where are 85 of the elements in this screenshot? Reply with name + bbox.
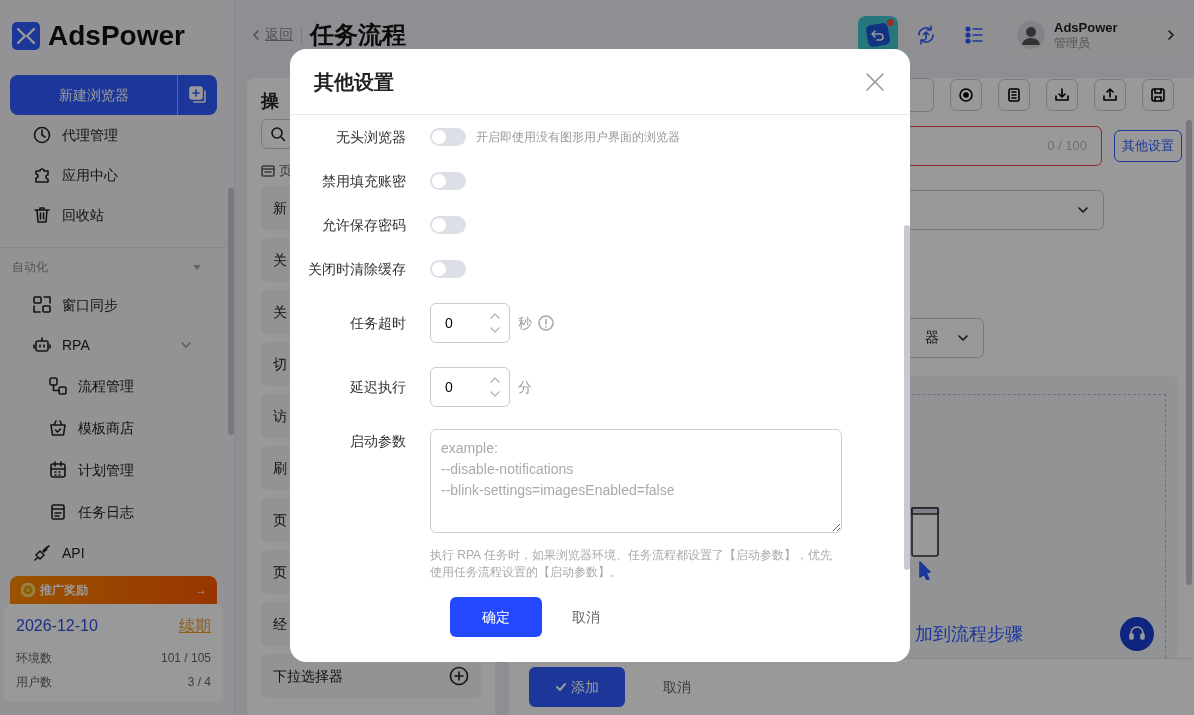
menu-item[interactable]: 任务日志 [0, 491, 224, 533]
section-label: 自动化 [12, 258, 48, 276]
notebook-icon [1006, 86, 1022, 103]
chevron-right-icon [1166, 28, 1176, 41]
toolbar-button[interactable] [1094, 78, 1126, 111]
undo-icon [865, 21, 891, 48]
menu-item[interactable]: API [0, 533, 224, 573]
field-label: 无头浏览器 [335, 127, 407, 147]
field-label: 延迟执行 [349, 377, 407, 397]
confirm-button[interactable]: 确定 [450, 597, 542, 637]
dialog-title: 其他设置 [314, 69, 394, 95]
expiry-date: 2026-12-10 [16, 616, 98, 636]
page-icon [261, 163, 275, 178]
download-icon [1054, 86, 1070, 103]
field-label: 禁用填充账密 [321, 171, 407, 191]
field-label: 关闭时清除缓存 [307, 259, 407, 279]
help-text: 执行 RPA 任务时，如果浏览器环境、任务流程都设置了【启动参数】，优先使用任务流程设置的【启动参数】。 [430, 547, 833, 581]
basket-icon [48, 418, 68, 438]
other-settings-button[interactable]: 其他设置 [1114, 129, 1182, 162]
unit-label: 分 [518, 377, 532, 397]
search-icon [270, 125, 286, 142]
cancel-button[interactable]: 取消 [657, 675, 697, 699]
plus-circle-icon[interactable] [449, 666, 469, 687]
toolbar-button[interactable] [1046, 78, 1078, 111]
panel-title: 操 [261, 89, 280, 113]
trash-icon [32, 205, 52, 225]
field-label: 任务超时 [349, 313, 407, 333]
windows-icon [32, 295, 52, 315]
save-icon [1150, 86, 1166, 103]
section-title: 页 [279, 161, 292, 180]
toggle-switch[interactable] [430, 128, 466, 146]
field-label: 允许保存密码 [321, 215, 407, 235]
stat-label: 环境数 [16, 650, 52, 667]
upload-icon [1102, 86, 1118, 103]
launch-args-field[interactable]: example: --disable-notifications --blink-settings=imagesEnabled=false [430, 429, 842, 533]
field-label: 启动参数 [349, 432, 407, 451]
number-input[interactable]: 0 [430, 367, 510, 407]
menu-item[interactable]: RPA [0, 325, 224, 365]
list-icon [964, 24, 984, 45]
robot-icon [32, 335, 52, 355]
avatar-icon [1016, 19, 1046, 50]
stat-value: 3 / 4 [187, 674, 211, 691]
toggle-switch[interactable] [430, 216, 466, 234]
document-icon [48, 502, 68, 522]
toolbar-button[interactable] [998, 78, 1030, 111]
stat-value: 101 / 105 [160, 650, 211, 667]
plus-square-icon [187, 85, 208, 105]
toolbar-button[interactable] [950, 78, 982, 111]
select-value: 器 [925, 328, 939, 348]
unit-label: 秒 [518, 313, 532, 333]
chevron-left-icon [251, 28, 261, 41]
user-role: 管理员 [1054, 35, 1091, 50]
toolbar-button[interactable] [1142, 78, 1174, 111]
menu-item[interactable]: 回收站 [0, 195, 224, 235]
close-button[interactable] [864, 70, 886, 93]
toggle-switch[interactable] [430, 172, 466, 190]
add-button[interactable]: 添加 [529, 667, 625, 707]
stepper-icon[interactable] [489, 311, 501, 335]
check-icon [555, 681, 567, 693]
stat-label: 用户数 [16, 674, 52, 691]
page-title: 任务流程 [310, 19, 406, 50]
number-input[interactable]: 0 [430, 303, 510, 343]
user-name: AdsPower [1054, 19, 1119, 36]
close-icon [864, 70, 886, 93]
menu-item[interactable]: 模板商店 [0, 407, 224, 449]
cancel-button[interactable]: 取消 [566, 605, 606, 629]
menu-item[interactable]: 计划管理 [0, 449, 224, 491]
sync-icon [915, 23, 937, 46]
logo-icon [12, 22, 40, 50]
menu-item[interactable]: 窗口同步 [0, 285, 224, 325]
plug-icon [32, 543, 52, 563]
flow-icon [48, 376, 68, 396]
menu-item[interactable]: 流程管理 [0, 365, 224, 407]
brand-name: AdsPower [48, 22, 185, 50]
calendar-icon [48, 460, 68, 480]
play-icon [958, 86, 974, 103]
menu-item[interactable]: 应用中心 [0, 155, 224, 195]
switch-hint: 开启即使用没有图形用户界面的浏览器 [476, 129, 680, 146]
stepper-icon[interactable] [489, 375, 501, 399]
drop-hint: 加到流程步骤 [915, 622, 1023, 646]
menu-item[interactable]: 代理管理 [0, 122, 224, 155]
coin-icon [20, 582, 36, 598]
toggle-switch[interactable] [430, 260, 466, 278]
puzzle-icon [32, 165, 52, 185]
clock-icon [32, 125, 52, 145]
